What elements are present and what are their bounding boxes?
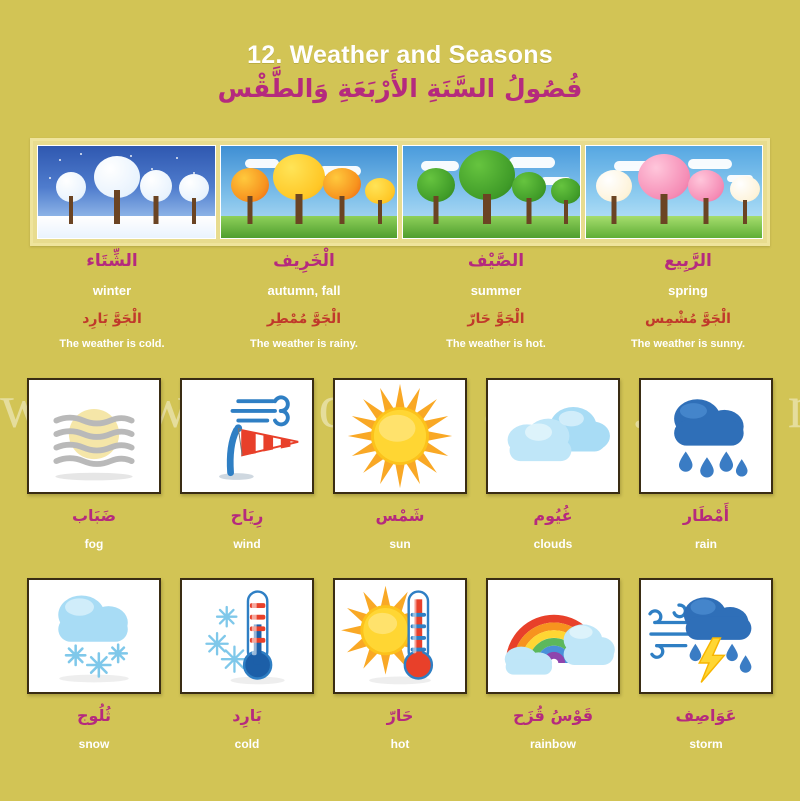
season-weather-english: The weather is hot. <box>446 338 546 351</box>
windsock-icon <box>219 395 299 480</box>
worksheet-page: 12. Weather and Seasons فُصُولُ السَّنَة… <box>0 0 800 801</box>
card-label-arabic: أَمْطَار <box>682 506 730 525</box>
hot-thermometer-icon <box>341 585 434 685</box>
card-label-english: rain <box>694 537 717 552</box>
weather-card-fog[interactable]: ضَبَاب fog <box>24 378 164 551</box>
card-label-english: rainbow <box>529 737 576 752</box>
sun-icon <box>347 383 453 489</box>
season-weather-arabic: الْجَوَّ بَارِد <box>82 311 142 328</box>
weather-card-sun[interactable]: شَمْس sun <box>330 378 470 551</box>
weather-card-snow[interactable]: ثُلُوج snow <box>24 578 164 751</box>
card-label-arabic: بَارِد <box>232 706 262 725</box>
snow-cloud-icon <box>58 595 129 683</box>
cold-thermometer-icon <box>205 590 285 685</box>
card-image-frame <box>333 578 467 694</box>
card-label-english: fog <box>84 537 104 552</box>
card-image-frame <box>333 378 467 494</box>
card-label-arabic: شَمْس <box>375 506 425 525</box>
season-name-arabic: الرَّبِيع <box>664 251 712 271</box>
season-label-row: الشِّتَاء winter الْجَوَّ بَارِد The wea… <box>16 250 784 350</box>
card-image-frame <box>486 578 620 694</box>
rain-cloud-icon <box>674 399 748 478</box>
fog-icon <box>53 408 135 481</box>
card-label-english: snow <box>78 737 110 752</box>
weather-card-clouds[interactable]: غُيُوم clouds <box>483 378 623 551</box>
season-weather-arabic: الْجَوَّ مُشْمِس <box>645 311 731 328</box>
card-image-frame <box>180 378 314 494</box>
season-scene-spring <box>584 145 763 239</box>
card-image-frame <box>27 378 161 494</box>
season-name-english: spring <box>668 283 708 299</box>
clouds-icon <box>507 407 610 462</box>
card-label-arabic: رِيَاح <box>230 506 264 525</box>
season-column-autumn: الْخَرِيف autumn, fall الْجَوَّ مُمْطِر … <box>208 250 400 350</box>
season-scene-summer <box>402 145 581 239</box>
card-label-arabic: ثُلُوج <box>76 706 112 725</box>
card-image-frame <box>27 578 161 694</box>
page-header: 12. Weather and Seasons فُصُولُ السَّنَة… <box>0 0 800 104</box>
page-title-arabic: فُصُولُ السَّنَةِ الأَرْبَعَةِ وَالطَّقْ… <box>217 74 583 104</box>
weather-card-hot[interactable]: حَارّ hot <box>330 578 470 751</box>
card-label-english: sun <box>389 537 411 552</box>
card-label-arabic: غُيُوم <box>533 506 573 525</box>
season-name-arabic: الصَّيْف <box>467 251 525 271</box>
season-weather-english: The weather is cold. <box>59 338 165 351</box>
season-scene-autumn <box>219 145 398 239</box>
rainbow-icon <box>504 614 615 675</box>
season-column-summer: الصَّيْف summer الْجَوَّ حَارّ The weath… <box>400 250 592 350</box>
season-weather-arabic: الْجَوَّ حَارّ <box>467 311 525 328</box>
card-label-arabic: ضَبَاب <box>71 506 117 525</box>
season-name-arabic: الْخَرِيف <box>273 251 335 271</box>
season-name-arabic: الشِّتَاء <box>86 251 138 271</box>
card-image-frame <box>639 378 773 494</box>
card-image-frame <box>180 578 314 694</box>
card-label-english: cold <box>234 737 260 752</box>
season-name-english: winter <box>92 283 132 299</box>
weather-card-storm[interactable]: عَوَاصِف storm <box>636 578 776 751</box>
card-label-english: storm <box>689 737 723 752</box>
card-label-english: wind <box>233 537 261 552</box>
season-column-spring: الرَّبِيع spring الْجَوَّ مُشْمِس The we… <box>592 250 784 350</box>
card-image-frame <box>486 378 620 494</box>
card-label-arabic: عَوَاصِف <box>675 706 737 725</box>
card-label-arabic: قَوْسُ قُزَح <box>512 706 594 725</box>
page-title-english: 12. Weather and Seasons <box>247 41 553 69</box>
season-name-english: autumn, fall <box>267 283 341 299</box>
weather-card-row-1: ضَبَاب fog رِيَاح wind شَمْس sun غُيُوم … <box>24 378 776 551</box>
season-weather-arabic: الْجَوَّ مُمْطِر <box>266 311 342 328</box>
card-image-frame <box>639 578 773 694</box>
season-name-english: summer <box>470 283 522 299</box>
card-label-english: hot <box>390 737 410 752</box>
season-image-strip <box>30 138 770 246</box>
season-column-winter: الشِّتَاء winter الْجَوَّ بَارِد The wea… <box>16 250 208 350</box>
card-label-english: clouds <box>533 537 573 552</box>
season-weather-english: The weather is rainy. <box>249 338 358 351</box>
weather-card-wind[interactable]: رِيَاح wind <box>177 378 317 551</box>
storm-icon <box>648 597 752 683</box>
card-label-arabic: حَارّ <box>386 706 414 725</box>
season-weather-english: The weather is sunny. <box>630 338 746 351</box>
season-scene-winter <box>37 145 216 239</box>
weather-card-row-2: ثُلُوج snow بَارِد cold حَارّ hot قَوْسُ… <box>24 578 776 751</box>
weather-card-rainbow[interactable]: قَوْسُ قُزَح rainbow <box>483 578 623 751</box>
weather-card-rain[interactable]: أَمْطَار rain <box>636 378 776 551</box>
weather-card-cold[interactable]: بَارِد cold <box>177 578 317 751</box>
